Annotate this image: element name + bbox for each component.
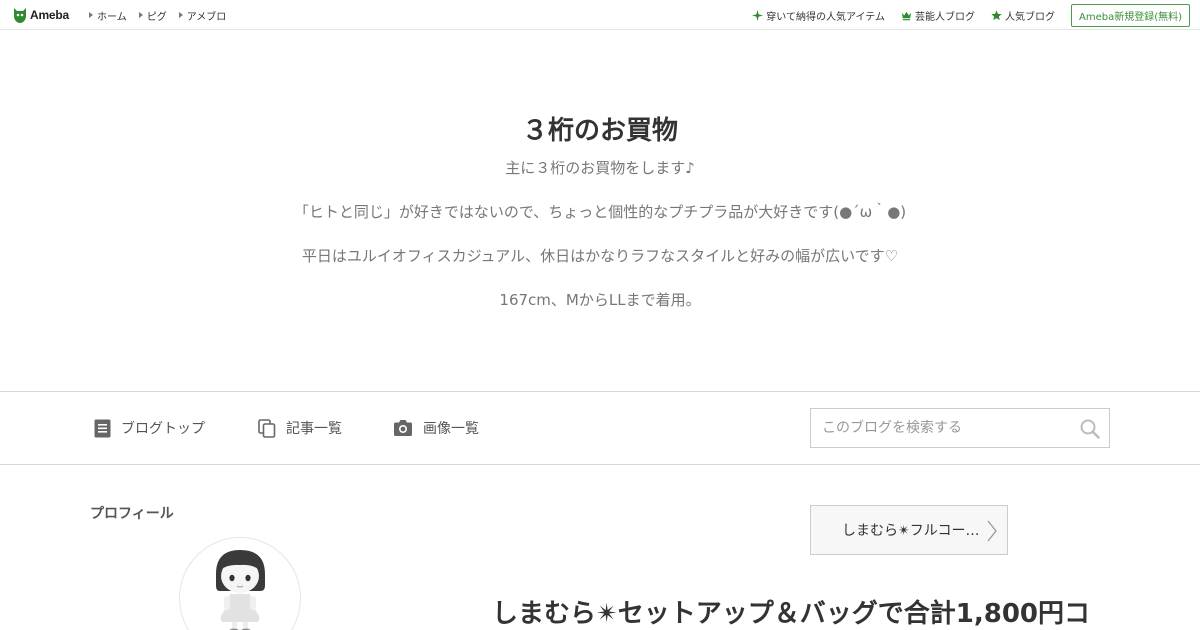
blog-description-line: 平日はユルイオフィスカジュアル、休日はかなりラフなスタイルと好みの幅が広いです♡	[301, 247, 899, 265]
blog-title[interactable]: ３桁のお買物	[0, 110, 1200, 147]
header-right-links: 穿いて納得の人気アイテム 芸能人ブログ 人気ブログ Ameba新規登録(無料)	[752, 0, 1190, 30]
global-nav-label: ホーム	[97, 11, 127, 23]
global-nav-pigg[interactable]: ピグ	[138, 8, 167, 23]
profile-heading: プロフィール	[90, 506, 174, 522]
blog-nav: ブログトップ 記事一覧 画像一覧	[0, 391, 1200, 465]
document-icon	[94, 419, 111, 437]
logo-text: Ameba	[30, 8, 70, 22]
blog-search	[810, 408, 1110, 448]
global-header: Ameba ホーム ピグ アメブロ 穿いて納得の人気アイテム 芸能人ブログ 人気…	[0, 0, 1200, 30]
blog-header: ３桁のお買物 主に３桁のお買物をします♪ 「ヒトと同じ」が好きではないので、ちょ…	[0, 30, 1200, 391]
blog-description-line: 「ヒトと同じ」が好きではないので、ちょっと個性的なプチプラ品が大好きです(●´ω…	[293, 203, 907, 221]
triangle-right-icon	[178, 12, 183, 18]
prev-article-link[interactable]: しまむら✴︎フルコー…	[810, 505, 1008, 555]
chevron-right-icon	[987, 520, 997, 542]
global-nav-home[interactable]: ホーム	[89, 8, 127, 23]
blog-description-line: 主に３桁のお買物をします♪	[505, 159, 695, 177]
ameba-logo[interactable]: Ameba	[13, 6, 69, 24]
global-nav-label: ピグ	[146, 11, 167, 23]
sparkle-icon	[752, 9, 764, 21]
crown-icon	[901, 11, 912, 20]
global-nav-label: アメブロ	[186, 11, 227, 23]
copy-icon	[258, 418, 276, 438]
popular-blog-link[interactable]: 人気ブログ	[991, 8, 1055, 23]
global-nav: ホーム ピグ アメブロ	[89, 0, 238, 30]
camera-icon	[394, 420, 412, 436]
global-nav-ameblo[interactable]: アメブロ	[178, 8, 227, 23]
blog-nav-label: ブログトップ	[121, 421, 205, 437]
popular-blog-label: 人気ブログ	[1004, 11, 1055, 23]
article-title[interactable]: しまむら✴︎セットアップ＆バッグで合計1,800円コ	[492, 593, 1200, 630]
blog-nav-top[interactable]: ブログトップ	[94, 392, 205, 464]
avatar[interactable]	[179, 537, 301, 630]
celebrity-blog-link[interactable]: 芸能人ブログ	[901, 8, 975, 23]
search-icon[interactable]	[1079, 418, 1101, 440]
blog-description-line: 167cm、MからLLまで着用。	[499, 291, 701, 309]
avatar-illustration	[216, 550, 265, 630]
blog-nav-entry-list[interactable]: 記事一覧	[258, 392, 342, 464]
blog-nav-image-list[interactable]: 画像一覧	[393, 392, 479, 464]
triangle-right-icon	[138, 12, 143, 18]
signup-button[interactable]: Ameba新規登録(無料)	[1070, 3, 1190, 27]
celebrity-blog-label: 芸能人ブログ	[914, 11, 975, 23]
blog-nav-label: 記事一覧	[286, 421, 342, 437]
star-icon	[991, 9, 1002, 20]
triangle-right-icon	[89, 12, 93, 18]
popular-items-label: 穿いて納得の人気アイテム	[766, 11, 885, 23]
prev-article-label: しまむら✴︎フルコー…	[842, 523, 980, 539]
blog-nav-label: 画像一覧	[423, 421, 479, 437]
popular-items-link[interactable]: 穿いて納得の人気アイテム	[752, 8, 885, 23]
ameba-mark-icon	[14, 8, 26, 23]
blog-search-input[interactable]	[812, 410, 1072, 446]
